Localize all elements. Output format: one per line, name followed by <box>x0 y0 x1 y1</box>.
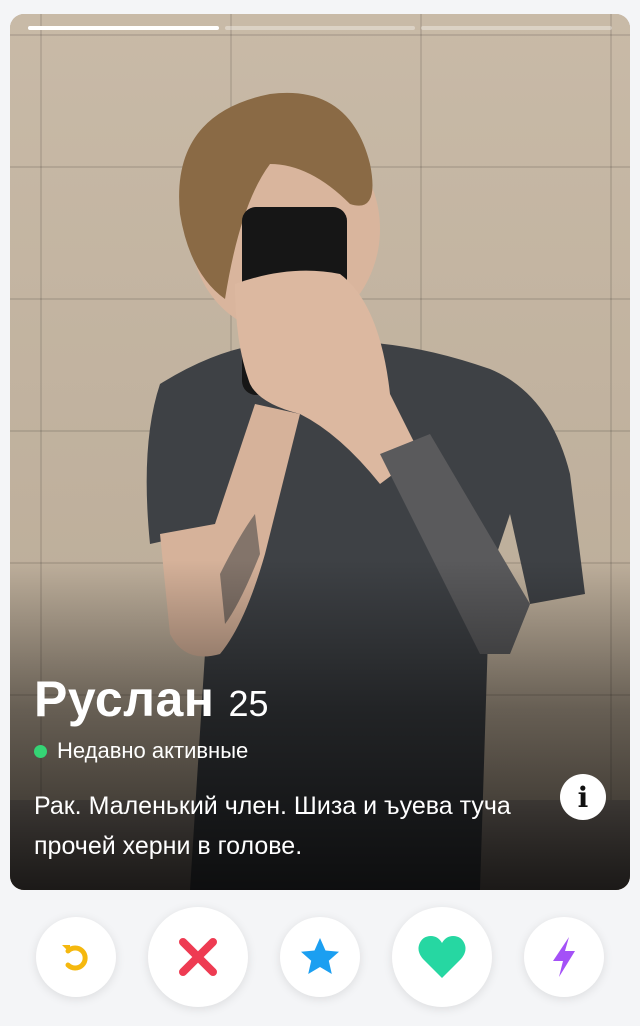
info-button[interactable]: i <box>560 774 606 820</box>
rewind-icon <box>62 945 88 971</box>
name-line: Руслан 25 <box>34 670 540 728</box>
photo-progress <box>28 26 613 30</box>
photo-indicator-1[interactable] <box>28 26 219 30</box>
boost-button[interactable] <box>524 917 604 997</box>
heart-icon <box>418 936 466 978</box>
super-like-button[interactable] <box>280 917 360 997</box>
profile-info: Руслан 25 Недавно активные Рак. Маленьки… <box>34 670 540 866</box>
nope-button[interactable] <box>148 907 248 1007</box>
profile-age: 25 <box>228 683 269 724</box>
rewind-button[interactable] <box>36 917 116 997</box>
activity-status: Недавно активные <box>34 738 540 764</box>
x-icon <box>179 938 217 976</box>
profile-name: Руслан <box>34 671 215 727</box>
profile-bio: Рак. Маленький член. Шиза и ъуева туча п… <box>34 792 511 860</box>
activity-status-label: Недавно активные <box>57 738 249 763</box>
online-dot-icon <box>34 744 47 758</box>
action-bar <box>0 902 640 1012</box>
star-icon <box>301 938 339 974</box>
like-button[interactable] <box>392 907 492 1007</box>
lightning-icon <box>553 937 575 977</box>
profile-card[interactable]: Руслан 25 Недавно активные Рак. Маленьки… <box>10 14 630 890</box>
photo-indicator-2[interactable] <box>224 26 416 30</box>
photo-indicator-3[interactable] <box>421 26 613 30</box>
